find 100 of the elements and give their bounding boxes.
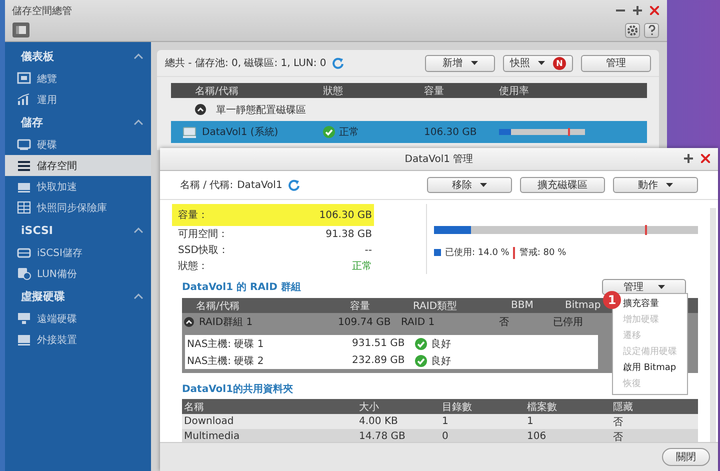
legend-swatch-icon	[434, 249, 441, 256]
info-label: 狀態：	[178, 260, 208, 273]
legend-line-icon	[513, 246, 516, 258]
table-cell: RAID 1	[401, 316, 435, 328]
dropdown-button[interactable]: 新增	[425, 54, 495, 72]
column-header: 容量	[424, 84, 444, 98]
table-cell-text: 931.51 GB	[352, 338, 406, 349]
window-title: 儲存空間總管	[12, 4, 72, 18]
sidebar-toggle-icon	[12, 22, 30, 38]
sidebar-item[interactable]: iSCSI儲存	[5, 242, 151, 263]
summary-text: 總共 - 儲存池: 0, 磁碟區: 1, LUN: 0	[165, 56, 326, 70]
sidebar-item[interactable]: 快取加速	[5, 176, 151, 197]
sidebar-item[interactable]: 硬碟	[5, 134, 151, 155]
section-title: iSCSI	[21, 224, 53, 236]
status-text: 良好	[431, 338, 451, 350]
column-header: 目錄數	[442, 400, 472, 414]
table-cell-text: NAS主機: 硬碟 1	[187, 338, 265, 350]
column-header: 名稱	[184, 400, 204, 414]
table-row[interactable]: Download 4.00 KB 1 1 否	[182, 414, 698, 429]
sidebar-item[interactable]: 遠端硬碟	[5, 308, 151, 329]
dropdown-button[interactable]: 移除	[427, 177, 512, 193]
table-cell: 1	[527, 416, 534, 427]
menu-item[interactable]: 擴充容量	[621, 296, 687, 312]
info-value: --	[364, 244, 372, 256]
menu-item[interactable]: 啟用 Bitmap	[621, 360, 687, 376]
name-label: 名稱 / 代稱:	[180, 179, 234, 192]
list-icon	[17, 159, 31, 172]
section-title: 儀表板	[21, 48, 54, 64]
column-header: 名稱/代稱	[195, 84, 238, 98]
column-header: BBM	[511, 300, 534, 311]
help-button[interactable]	[644, 23, 659, 38]
column-header: 大小	[359, 400, 379, 414]
dropdown-button[interactable]: 快照 N	[503, 54, 573, 72]
monitor-icon	[17, 72, 31, 85]
column-header: 檔案數	[527, 400, 557, 414]
maximize-icon	[684, 154, 693, 163]
close-icon	[650, 6, 659, 15]
info-label: 可用空間：	[178, 228, 228, 241]
column-header: 名稱/代稱	[196, 300, 240, 312]
sidebar-item[interactable]: LUN備份	[5, 263, 151, 284]
column-header: 使用率	[499, 84, 529, 98]
table-cell: 109.74 GB	[338, 316, 391, 328]
table-cell: Download	[184, 416, 234, 427]
table-cell: Multimedia	[184, 431, 240, 442]
refresh-icon	[332, 57, 344, 69]
legend-text: 警戒: 80 %	[519, 246, 566, 259]
legend-text: 已使用: 14.0 %	[445, 246, 510, 259]
table-cell: 1	[442, 416, 448, 427]
volume-name: DataVol1 (系統)	[202, 126, 278, 139]
status-text: 正常	[339, 126, 359, 139]
settings-icon	[627, 25, 638, 36]
info-value: 106.30 GB	[319, 210, 372, 220]
group-label: 單一靜態配置磁碟區	[216, 104, 306, 116]
dialog-title: DataVol1 管理	[404, 153, 474, 166]
help-icon	[648, 25, 656, 36]
check-icon	[323, 126, 335, 138]
info-value: 正常	[352, 260, 372, 273]
sidebar-item[interactable]: 運用	[5, 89, 151, 110]
grid-icon	[17, 201, 31, 214]
table-cell: 14.78 GB	[359, 431, 406, 442]
column-header: 容量	[350, 300, 370, 312]
caret-icon	[658, 285, 664, 289]
table-cell-text: 否	[613, 430, 623, 442]
dropdown-button[interactable]: 動作	[613, 177, 698, 193]
table-cell: 106	[527, 431, 546, 442]
sidebar-item[interactable]: 儲存空間	[5, 155, 151, 176]
sidebar-item[interactable]: 外接裝置	[5, 329, 151, 350]
notification-badge: N	[553, 56, 566, 70]
button[interactable]: 管理	[581, 54, 651, 72]
close-button[interactable]: 關閉	[662, 448, 710, 466]
check-icon	[415, 338, 427, 350]
info-value: 91.38 GB	[326, 228, 372, 240]
close-icon	[701, 154, 710, 163]
info-label: SSD快取：	[178, 244, 228, 257]
table-cell: 0	[442, 431, 448, 442]
check-icon	[415, 354, 427, 366]
maximize-icon	[633, 6, 642, 15]
column-header: 狀態	[323, 84, 343, 98]
column-header: RAID類型	[413, 300, 458, 312]
name-value: DataVol1	[237, 180, 282, 190]
table-cell-text: 已停用	[553, 316, 583, 329]
section-heading: DataVol1的共用資料夾	[182, 382, 294, 396]
info-label: 容量：	[178, 208, 208, 222]
section-heading: DataVol1 的 RAID 群組	[182, 280, 301, 294]
table-cell: 4.00 KB	[359, 416, 398, 427]
table-row[interactable]: Multimedia 14.78 GB 0 106 否	[182, 429, 698, 442]
column-header: Bitmap	[565, 300, 601, 311]
table-cell-text: 否	[613, 416, 623, 428]
button[interactable]: 擴充磁碟區	[520, 177, 605, 193]
table-cell-text: 232.89 GB	[352, 355, 406, 366]
table-cell-text: RAID群組 1	[199, 316, 253, 329]
table-row[interactable]: DataVol1 (系統) 正常 106.30 GB	[171, 121, 647, 143]
section-title: 虛擬硬碟	[21, 288, 65, 304]
settings-button[interactable]	[625, 23, 640, 38]
sidebar-item[interactable]: 總覽	[5, 68, 151, 89]
sidebar-item[interactable]: 快照同步保險庫	[5, 197, 151, 218]
column-header: 隱藏	[613, 400, 633, 414]
table-cell-text: NAS主機: 硬碟 2	[187, 354, 265, 368]
section-title: 儲存	[21, 114, 43, 130]
table-cell-text: 否	[499, 316, 509, 329]
